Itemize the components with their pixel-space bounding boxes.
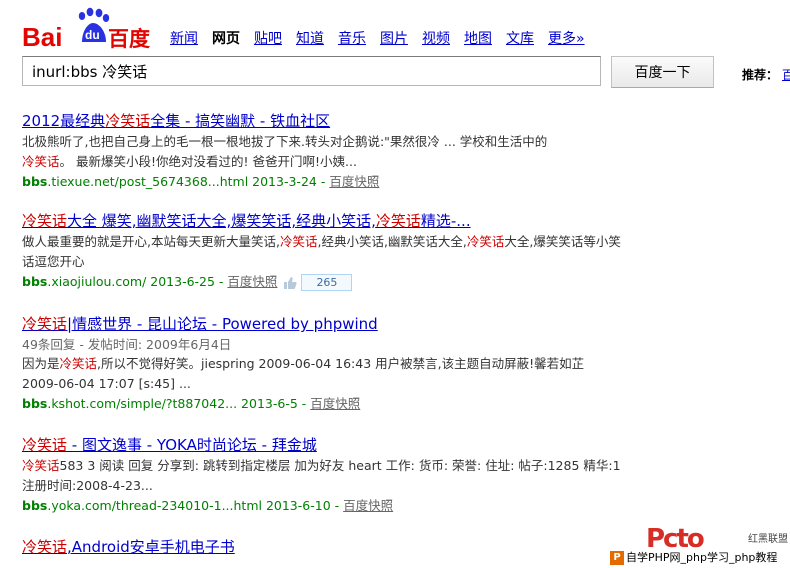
- recommend-label: 推荐：: [742, 68, 779, 82]
- nav-map[interactable]: 地图: [464, 28, 492, 48]
- search-result: 冷笑话,Android安卓手机电子书: [22, 538, 622, 556]
- search-input[interactable]: [23, 57, 601, 85]
- search-result: 冷笑话 - 图文逸事 - YOKA时尚论坛 - 拜金城 冷笑话583 3 阅读 …: [22, 436, 622, 515]
- nav-video[interactable]: 视频: [422, 28, 450, 48]
- cache-link[interactable]: 百度快照: [310, 396, 360, 411]
- search-result: 冷笑话大全 爆笑,幽默笑话大全,爆笑笑话,经典小笑话,冷笑话精选-... 做人最…: [22, 212, 622, 291]
- result-meta: 49条回复 - 发帖时间: 2009年6月4日: [22, 337, 232, 352]
- nav-images[interactable]: 图片: [380, 28, 408, 48]
- like-count: 265: [301, 274, 353, 291]
- thumbs-up-icon: [284, 276, 298, 289]
- cache-link[interactable]: 百度快照: [227, 274, 277, 289]
- cache-link[interactable]: 百度快照: [343, 498, 393, 513]
- result-title[interactable]: 2012最经典冷笑话全集 - 搞笑幽默 - 铁血社区: [22, 112, 622, 130]
- php-icon: P: [610, 551, 624, 565]
- cache-link[interactable]: 百度快照: [329, 174, 379, 189]
- search-box: [22, 56, 601, 86]
- nav-zhidao[interactable]: 知道: [296, 28, 324, 48]
- search-result: 冷笑话|情感世界 - 昆山论坛 - Powered by phpwind 49条…: [22, 315, 622, 413]
- watermark-tag: 红黑联盟: [748, 534, 788, 545]
- result-abstract: 冷笑话583 3 阅读 回复 分享到: 跳转到指定楼层 加为好友 heart 工…: [22, 458, 621, 493]
- result-url: bbs.xiaojiulou.com/ 2013-6-25 - 百度快照 265: [22, 273, 622, 291]
- search-button[interactable]: 百度一下: [611, 56, 714, 88]
- result-title[interactable]: 冷笑话,Android安卓手机电子书: [22, 538, 622, 556]
- like-widget[interactable]: 265: [283, 274, 353, 291]
- nav-wenku[interactable]: 文库: [506, 28, 534, 48]
- baidu-logo[interactable]: Bai du 百度: [22, 6, 152, 52]
- result-abstract: 做人最重要的就是开心,本站每天更新大量笑话,冷笑话,经典小笑话,幽默笑话大全,冷…: [22, 234, 621, 269]
- nav-more[interactable]: 更多»: [548, 28, 585, 48]
- result-url: bbs.yoka.com/thread-234010-1...html 2013…: [22, 498, 394, 513]
- result-url: bbs.tiexue.net/post_5674368...html 2013-…: [22, 174, 380, 189]
- recommend-link[interactable]: 百: [782, 68, 790, 82]
- recommend: 推荐：百: [742, 66, 790, 83]
- nav-music[interactable]: 音乐: [338, 28, 366, 48]
- search-result: 2012最经典冷笑话全集 - 搞笑幽默 - 铁血社区 北极熊听了,也把自己身上的…: [22, 112, 622, 191]
- logo-bai: Bai: [22, 22, 62, 52]
- result-url: bbs.kshot.com/simple/?t887042... 2013-6-…: [22, 396, 361, 411]
- result-title[interactable]: 冷笑话|情感世界 - 昆山论坛 - Powered by phpwind: [22, 315, 622, 333]
- logo-du: du: [85, 28, 100, 42]
- nav-web: 网页: [212, 31, 240, 47]
- nav-news[interactable]: 新闻: [170, 28, 198, 48]
- watermark: Pcto 红黑联盟 P 自学PHP网_php学习_php教程: [610, 524, 790, 568]
- logo-cn: 百度: [108, 27, 150, 51]
- nav-tieba[interactable]: 贴吧: [254, 28, 282, 48]
- top-nav: 新闻 网页 贴吧 知道 音乐 图片 视频 地图 文库 更多»: [170, 28, 599, 48]
- result-title[interactable]: 冷笑话大全 爆笑,幽默笑话大全,爆笑笑话,经典小笑话,冷笑话精选-...: [22, 212, 622, 230]
- result-title[interactable]: 冷笑话 - 图文逸事 - YOKA时尚论坛 - 拜金城: [22, 436, 622, 454]
- result-abstract: 因为是冷笑话,所以不觉得好笑。jiespring 2009-06-04 16:4…: [22, 356, 585, 391]
- watermark-bar: P 自学PHP网_php学习_php教程: [610, 550, 786, 566]
- result-abstract: 北极熊听了,也把自己身上的毛一根一根地拔了下来.转头对企鹅说:"果然很冷 ...…: [22, 134, 548, 169]
